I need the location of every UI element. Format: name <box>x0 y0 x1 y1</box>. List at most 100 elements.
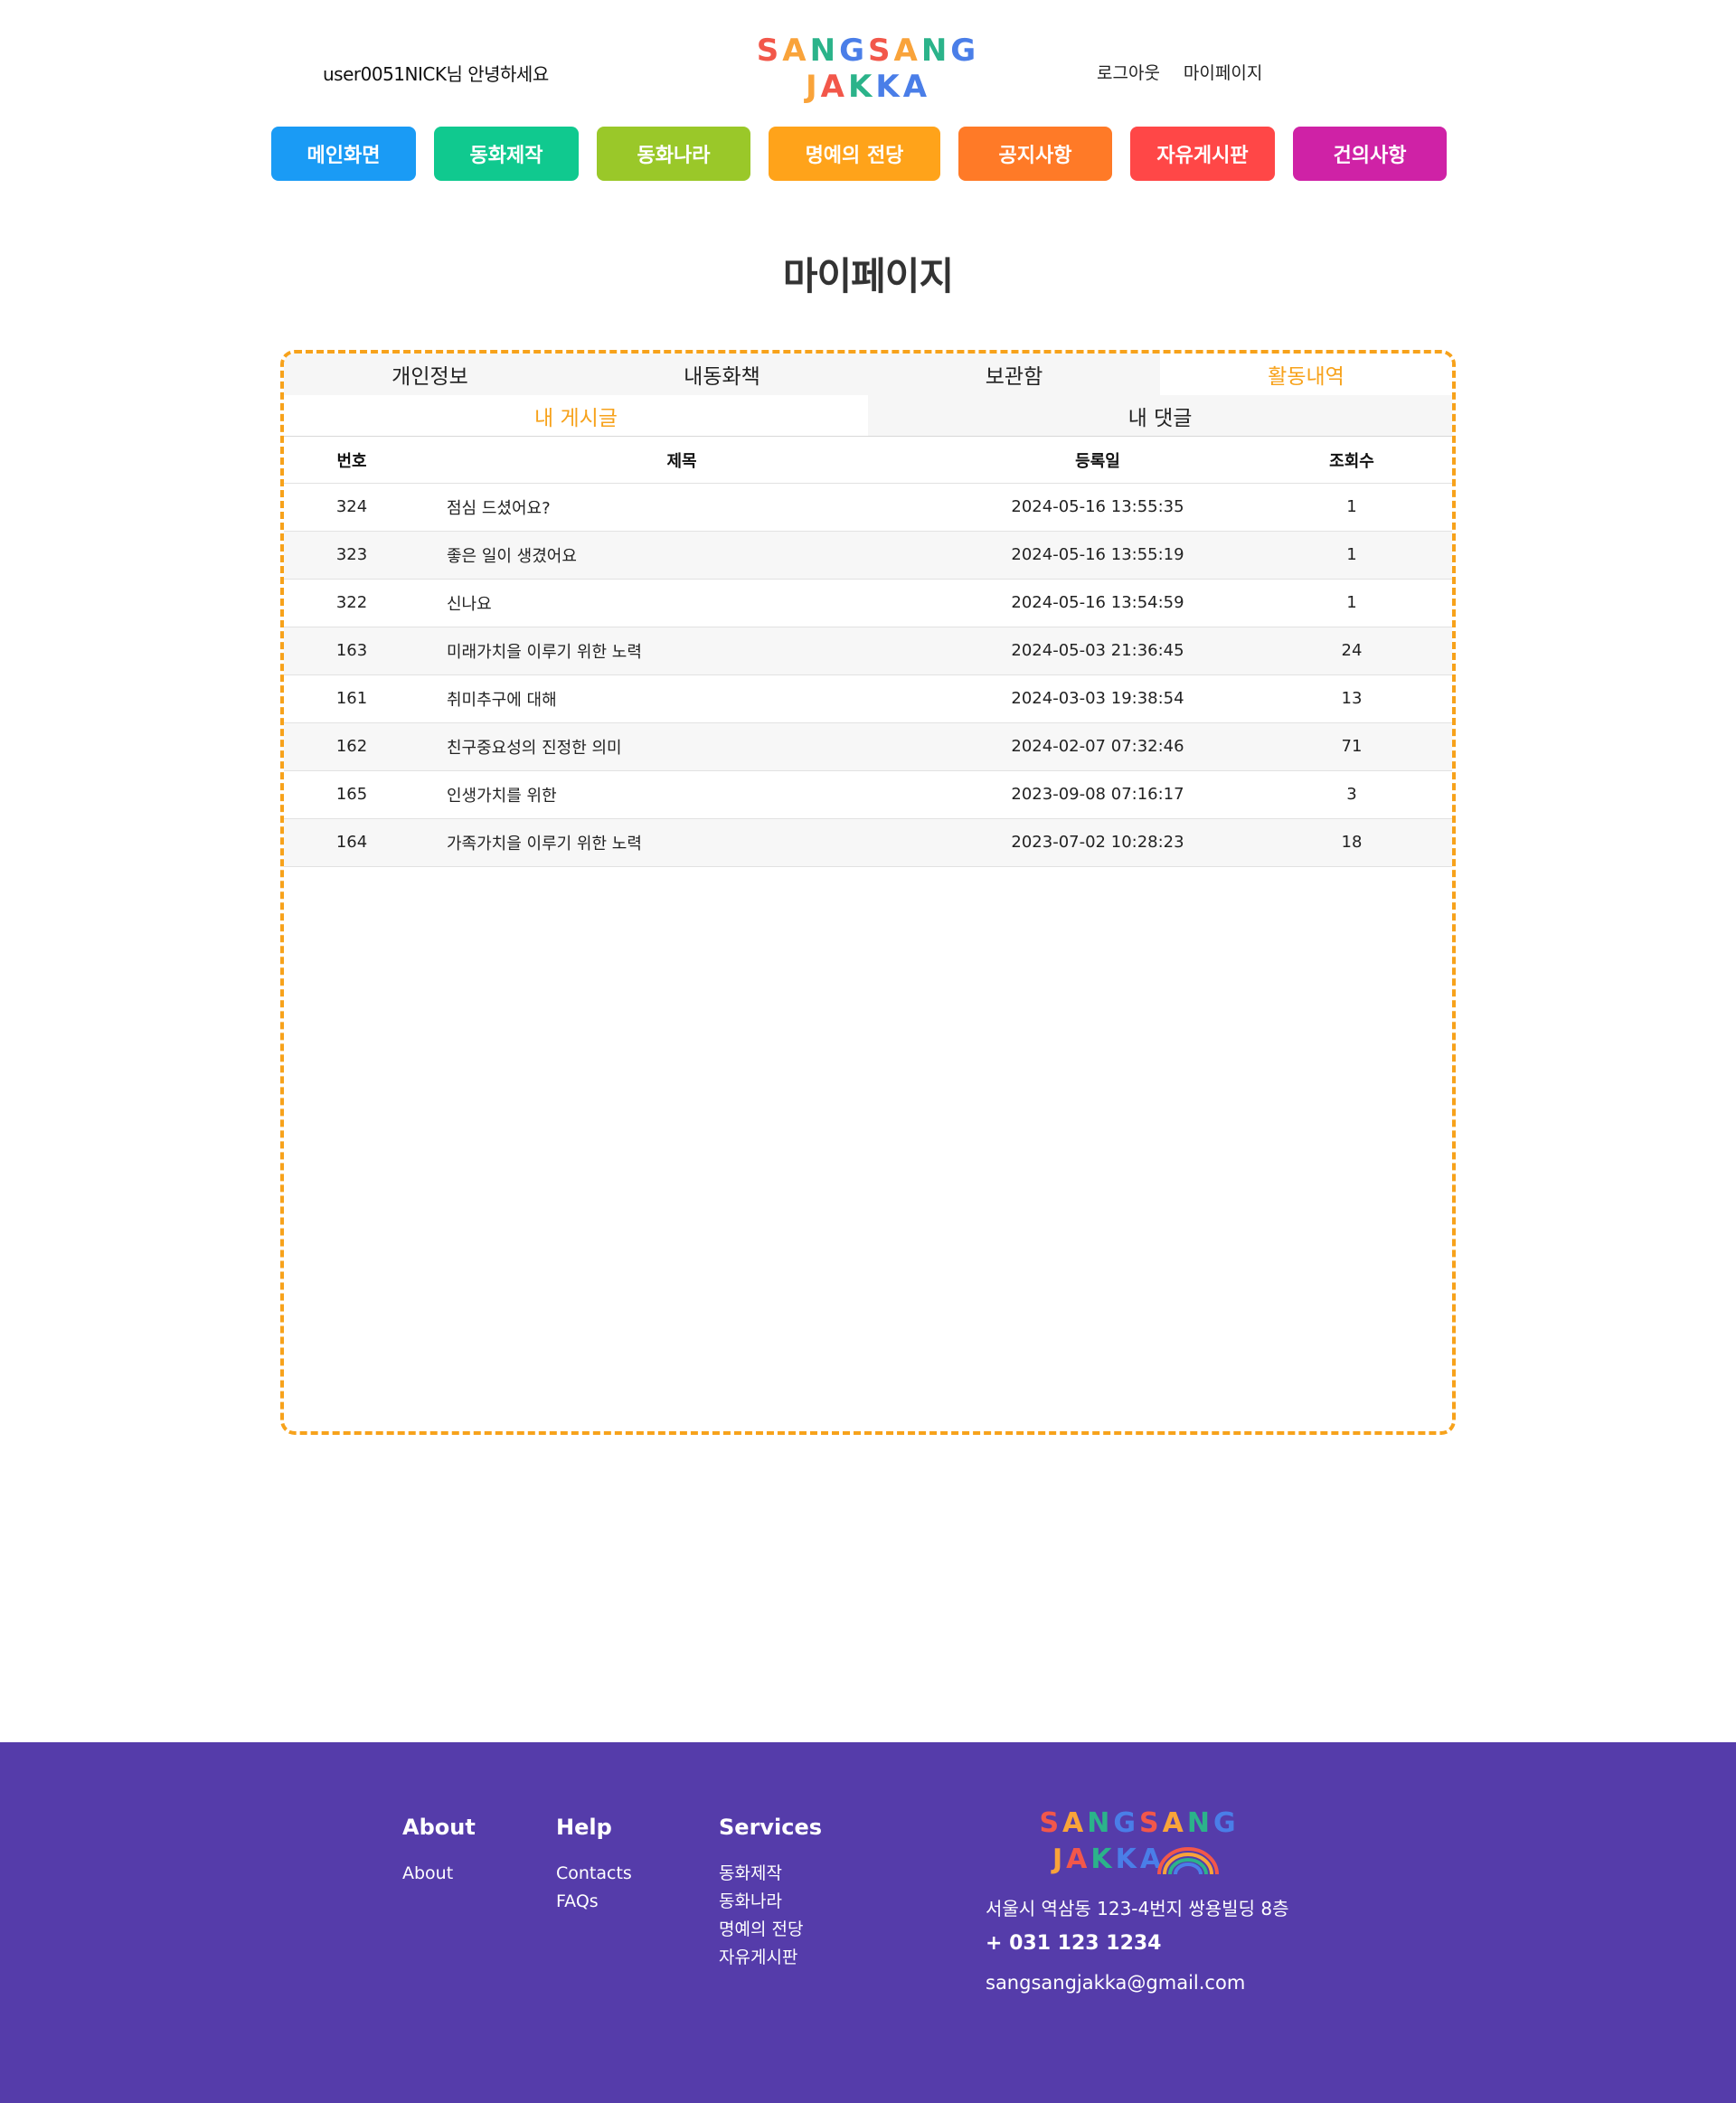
logo-letter: A <box>902 69 931 105</box>
post-title: 미래가치을 이루기 위한 노력 <box>420 627 944 675</box>
nav-hall-of-fame-button[interactable]: 명예의 전당 <box>769 127 940 181</box>
logo-letter: K <box>847 69 876 105</box>
footer-logo-letter: K <box>1090 1844 1116 1875</box>
post-title-link[interactable]: 취미추구에 대해 <box>447 691 557 710</box>
footer-faqs-link[interactable]: FAQs <box>556 1888 632 1916</box>
post-views: 1 <box>1251 579 1452 627</box>
nav-create-story-button[interactable]: 동화제작 <box>434 127 579 181</box>
post-title-link[interactable]: 가족가치을 이루기 위한 노력 <box>447 835 642 853</box>
post-title: 신나요 <box>420 579 944 627</box>
activity-subtabs: 내 게시글 내 댓글 <box>284 395 1452 437</box>
table-row[interactable]: 162 친구중요성의 진정한 의미 2024-02-07 07:32:46 71 <box>284 722 1452 771</box>
footer-about-link[interactable]: About <box>402 1860 476 1888</box>
footer-logo-letter: N <box>1186 1807 1213 1839</box>
post-number: 163 <box>284 627 420 675</box>
tab-activity[interactable]: 활동내역 <box>1160 354 1452 395</box>
logo-letter: N <box>809 33 840 69</box>
footer-services-column: Services 동화제작 동화나라 명예의 전당 자유게시판 <box>719 1815 822 1972</box>
mypage-link[interactable]: 마이페이지 <box>1184 60 1262 84</box>
activity-panel: 개인정보 내동화책 보관함 활동내역 내 게시글 내 댓글 번호 제목 등록일 … <box>280 350 1456 1435</box>
footer-phone: + 031 123 1234 <box>986 1932 1162 1955</box>
posts-table: 번호 제목 등록일 조회수 324 점심 드셨어요? 2024-05-16 13… <box>284 438 1452 867</box>
footer-logo-letter: S <box>1039 1807 1063 1839</box>
footer-email[interactable]: sangsangjakka@gmail.com <box>986 1972 1245 1994</box>
post-title-link[interactable]: 인생가치를 위한 <box>447 787 557 806</box>
post-title: 취미추구에 대해 <box>420 674 944 723</box>
post-views: 3 <box>1251 770 1452 819</box>
footer-hall-of-fame-link[interactable]: 명예의 전당 <box>719 1916 822 1944</box>
footer-logo: SANGSANG JAKKA <box>1039 1806 1235 1878</box>
subtab-my-posts[interactable]: 내 게시글 <box>284 395 868 436</box>
column-header-number: 번호 <box>284 438 420 484</box>
footer-help-column: Help Contacts FAQs <box>556 1815 632 1916</box>
greeting-text: user0051NICK님 안녕하세요 <box>323 63 549 85</box>
tab-storage[interactable]: 보관함 <box>868 354 1160 395</box>
table-header-row: 번호 제목 등록일 조회수 <box>284 438 1452 484</box>
footer-free-board-link[interactable]: 자유게시판 <box>719 1944 822 1972</box>
post-date: 2024-05-16 13:55:35 <box>944 483 1251 532</box>
footer-logo-letter: A <box>1162 1807 1187 1839</box>
post-title: 인생가치를 위한 <box>420 770 944 819</box>
nav-story-land-button[interactable]: 동화나라 <box>597 127 750 181</box>
footer-create-story-link[interactable]: 동화제작 <box>719 1860 822 1888</box>
post-number: 164 <box>284 818 420 867</box>
post-title: 좋은 일이 생겼어요 <box>420 531 944 580</box>
subtab-my-comments[interactable]: 내 댓글 <box>868 395 1452 436</box>
logo-letter: G <box>950 33 980 69</box>
post-views: 13 <box>1251 674 1452 723</box>
post-number: 162 <box>284 722 420 771</box>
footer-logo-letter: G <box>1212 1807 1240 1839</box>
footer-address: 서울시 역삼동 123-4번지 쌍용빌딩 8층 <box>986 1898 1289 1919</box>
logo-letter: A <box>820 69 848 105</box>
tab-my-storybooks[interactable]: 내동화책 <box>576 354 868 395</box>
logo-letter: G <box>839 33 868 69</box>
mypage-tabs: 개인정보 내동화책 보관함 활동내역 <box>284 354 1452 395</box>
footer-logo-letter: S <box>1139 1807 1163 1839</box>
page-title: 마이페이지 <box>782 254 954 298</box>
footer-logo-letter: A <box>1062 1807 1088 1839</box>
post-title-link[interactable]: 좋은 일이 생겼어요 <box>447 547 577 566</box>
footer-contacts-link[interactable]: Contacts <box>556 1860 632 1888</box>
post-title: 가족가치을 이루기 위한 노력 <box>420 818 944 867</box>
nav-suggestion-button[interactable]: 건의사항 <box>1293 127 1447 181</box>
logo-letter: K <box>875 69 903 105</box>
nav-main-button[interactable]: 메인화면 <box>271 127 416 181</box>
post-views: 18 <box>1251 818 1452 867</box>
nav-notice-button[interactable]: 공지사항 <box>958 127 1112 181</box>
logo-letter: S <box>868 33 894 69</box>
post-title-link[interactable]: 미래가치을 이루기 위한 노력 <box>447 643 642 662</box>
post-views: 1 <box>1251 531 1452 580</box>
footer-logo-letter: N <box>1087 1807 1114 1839</box>
logo-letter: S <box>756 33 783 69</box>
table-row[interactable]: 161 취미추구에 대해 2024-03-03 19:38:54 13 <box>284 674 1452 723</box>
site-logo[interactable]: SANGSANG JAKKA <box>757 33 976 108</box>
footer-logo-letter: J <box>1052 1844 1067 1875</box>
post-number: 161 <box>284 674 420 723</box>
table-row[interactable]: 323 좋은 일이 생겼어요 2024-05-16 13:55:19 1 <box>284 531 1452 580</box>
post-views: 24 <box>1251 627 1452 675</box>
post-title-link[interactable]: 점심 드셨어요? <box>447 499 551 518</box>
column-header-date: 등록일 <box>944 438 1251 484</box>
post-title: 친구중요성의 진정한 의미 <box>420 722 944 771</box>
footer-logo-letter: G <box>1113 1807 1139 1839</box>
table-row[interactable]: 164 가족가치을 이루기 위한 노력 2023-07-02 10:28:23 … <box>284 818 1452 867</box>
post-title-link[interactable]: 친구중요성의 진정한 의미 <box>447 739 622 758</box>
tab-personal-info[interactable]: 개인정보 <box>284 354 576 395</box>
table-row[interactable]: 163 미래가치을 이루기 위한 노력 2024-05-03 21:36:45 … <box>284 627 1452 675</box>
footer-story-land-link[interactable]: 동화나라 <box>719 1888 822 1916</box>
table-row[interactable]: 324 점심 드셨어요? 2024-05-16 13:55:35 1 <box>284 483 1452 532</box>
logo-letter: A <box>782 33 810 69</box>
post-number: 322 <box>284 579 420 627</box>
table-row[interactable]: 165 인생가치를 위한 2023-09-08 07:16:17 3 <box>284 770 1452 819</box>
column-header-title: 제목 <box>420 438 944 484</box>
post-title-link[interactable]: 신나요 <box>447 595 492 614</box>
footer-logo-letter: K <box>1115 1844 1140 1875</box>
logo-letter: A <box>893 33 921 69</box>
footer-services-heading: Services <box>719 1815 823 1840</box>
post-number: 165 <box>284 770 420 819</box>
post-date: 2024-05-03 21:36:45 <box>944 627 1251 675</box>
logout-link[interactable]: 로그아웃 <box>1097 60 1160 84</box>
nav-free-board-button[interactable]: 자유게시판 <box>1130 127 1275 181</box>
table-row[interactable]: 322 신나요 2024-05-16 13:54:59 1 <box>284 579 1452 627</box>
logo-letter: J <box>805 69 821 105</box>
